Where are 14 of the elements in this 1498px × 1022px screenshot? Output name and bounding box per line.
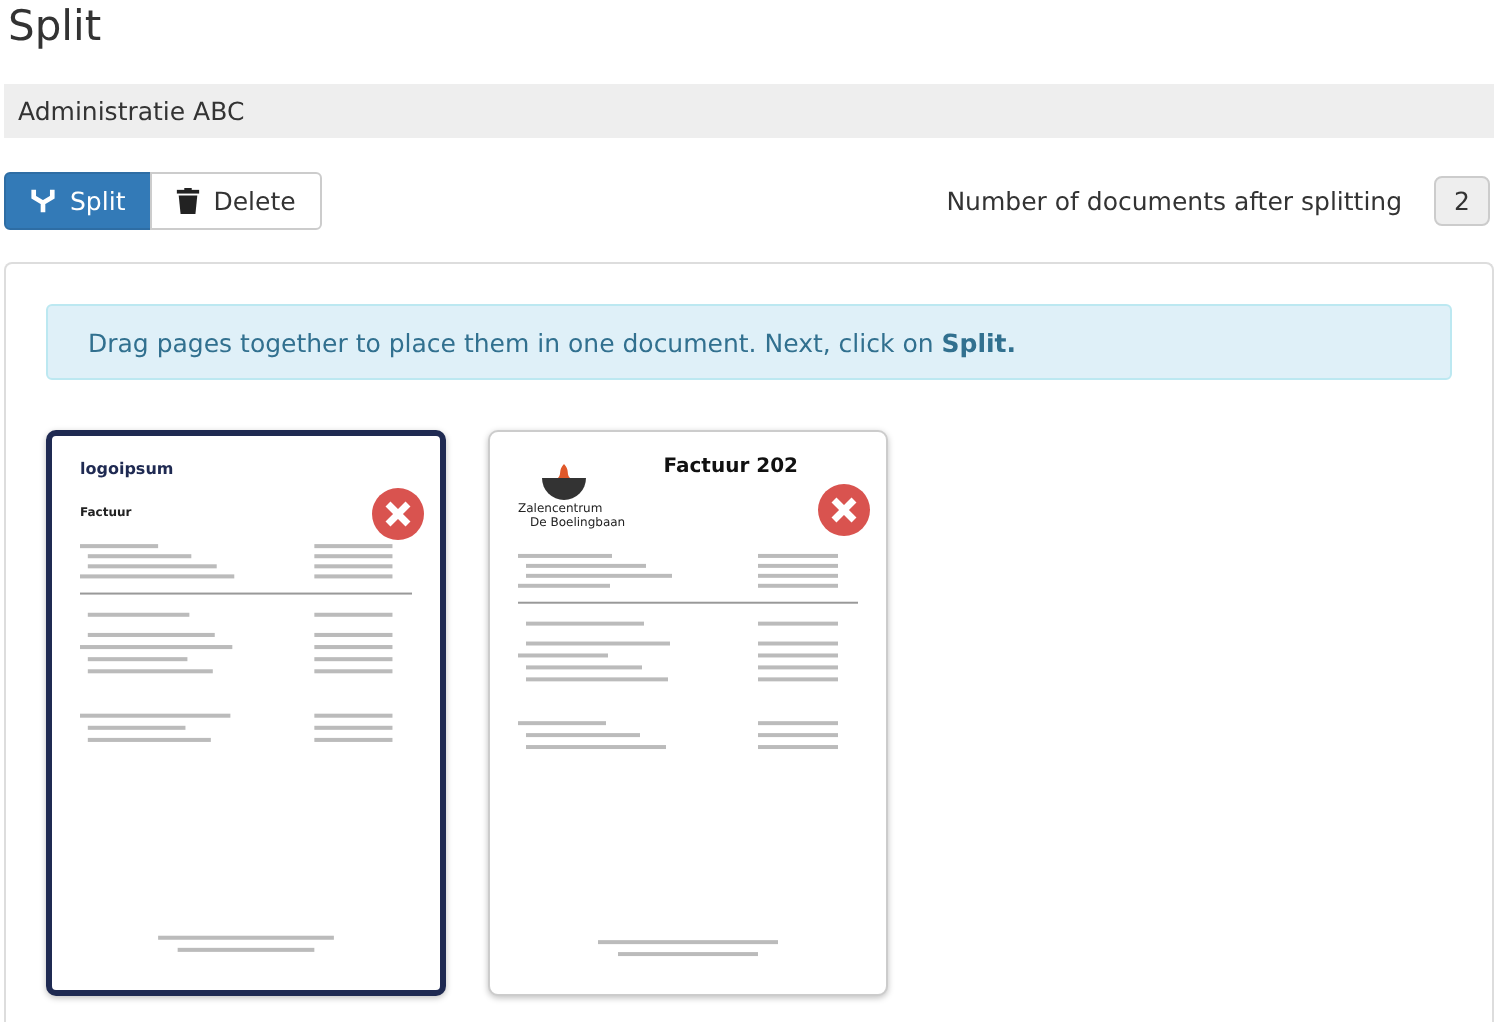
- logo-text: logoipsum: [80, 460, 176, 478]
- page-title: Split: [6, 0, 104, 54]
- fork-icon: [30, 187, 56, 213]
- trash-icon: [175, 187, 200, 213]
- delete-button[interactable]: Delete: [149, 171, 322, 229]
- document-heading: Factuur 202: [663, 456, 798, 478]
- info-text: Drag pages together to place them in one document. Next, click on Split.: [88, 327, 1017, 357]
- remove-icon[interactable]: [372, 488, 424, 540]
- split-button[interactable]: Split: [4, 171, 152, 229]
- venue-logo-icon: [538, 462, 590, 502]
- count-label: Number of documents after splitting: [946, 185, 1403, 215]
- administration-label: Administratie ABC: [4, 84, 1494, 138]
- remove-icon[interactable]: [818, 484, 870, 536]
- count-badge: 2: [1434, 175, 1490, 225]
